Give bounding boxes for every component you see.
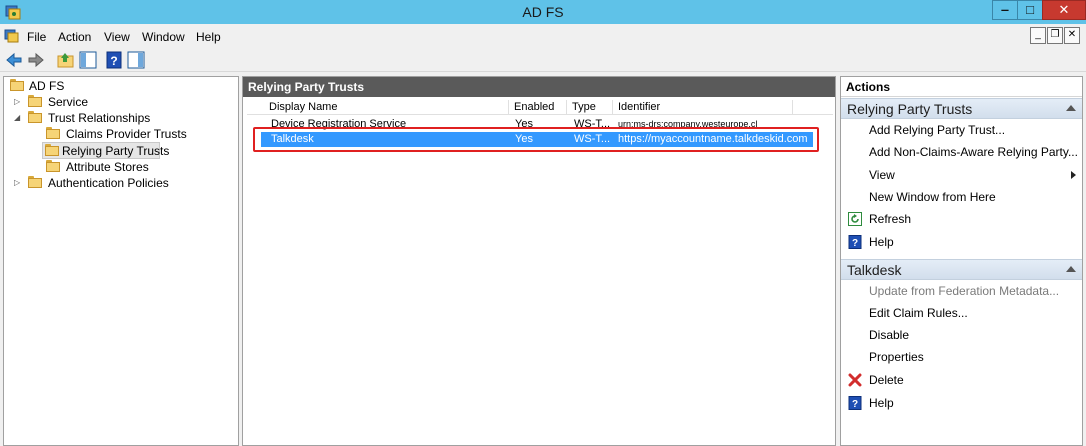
tree-item-relying-party-trusts[interactable]: Relying Party Trusts	[42, 142, 169, 159]
tree-item-claims-provider-trusts[interactable]: Claims Provider Trusts	[8, 126, 188, 142]
refresh-icon	[848, 212, 862, 226]
section-talkdesk[interactable]: Talkdesk	[841, 259, 1082, 280]
section-title: Talkdesk	[847, 262, 902, 278]
tree-label: Claims Provider Trusts	[66, 127, 187, 141]
mdi-restore-button[interactable]: ❐	[1047, 27, 1063, 44]
action-help[interactable]: Help	[869, 394, 894, 412]
help-icon: ?	[848, 235, 862, 249]
column-display-name[interactable]: Display Name	[247, 100, 509, 115]
collapse-caret-icon[interactable]	[1066, 105, 1076, 111]
menu-file[interactable]: File	[27, 30, 46, 44]
expand-icon[interactable]: ▷	[14, 179, 22, 187]
tree-label: Trust Relationships	[48, 111, 151, 125]
tree-item-service[interactable]: ▷ Service	[8, 94, 128, 110]
menu-view[interactable]: View	[104, 30, 130, 44]
folder-icon	[28, 111, 42, 123]
tree-label: AD FS	[29, 79, 65, 93]
folder-icon	[28, 176, 42, 188]
action-edit-claim-rules[interactable]: Edit Claim Rules...	[869, 304, 968, 322]
minimize-icon: ‒	[1001, 2, 1009, 17]
collapse-icon[interactable]: ◢	[14, 114, 22, 122]
menu-help[interactable]: Help	[196, 30, 221, 44]
collapse-caret-icon[interactable]	[1066, 266, 1076, 272]
show-hide-console-tree-icon[interactable]	[78, 50, 98, 70]
system-menu-icon[interactable]	[4, 28, 20, 44]
help-icon[interactable]: ?	[104, 50, 124, 70]
menu-window[interactable]: Window	[142, 30, 185, 44]
action-new-window[interactable]: New Window from Here	[869, 188, 996, 206]
action-refresh[interactable]: Refresh	[869, 210, 911, 228]
maximize-button[interactable]: □	[1017, 0, 1043, 20]
tree-item-attribute-stores[interactable]: Attribute Stores	[8, 159, 168, 175]
menu-action[interactable]: Action	[58, 30, 91, 44]
expand-icon[interactable]: ▷	[14, 98, 22, 106]
tree-item-authentication-policies[interactable]: ▷ Authentication Policies	[8, 175, 188, 191]
folder-icon	[28, 95, 42, 107]
delete-icon	[848, 373, 862, 387]
svg-text:?: ?	[852, 399, 858, 410]
console-tree: AD FS ▷ Service ◢ Trust Relationships Cl…	[3, 76, 239, 446]
forward-arrow-icon[interactable]	[26, 50, 46, 70]
column-enabled[interactable]: Enabled	[509, 100, 567, 115]
help-icon: ?	[848, 396, 862, 410]
list-header: Display Name Enabled Type Identifier	[247, 99, 833, 115]
results-pane-title: Relying Party Trusts	[243, 77, 835, 97]
toolbar: ?	[0, 48, 1086, 72]
mdi-minimize-button[interactable]: _	[1030, 27, 1046, 44]
section-title: Relying Party Trusts	[847, 101, 973, 117]
tree-item-trust-relationships[interactable]: ◢ Trust Relationships	[8, 110, 158, 126]
actions-title: Actions	[841, 77, 1082, 97]
maximize-icon: □	[1026, 2, 1034, 17]
show-hide-action-pane-icon[interactable]	[126, 50, 146, 70]
folder-icon	[46, 160, 60, 172]
mdi-close-button[interactable]: ✕	[1064, 27, 1080, 44]
action-add-non-claims-aware[interactable]: Add Non-Claims-Aware Relying Party...	[869, 143, 1078, 161]
action-add-relying-party-trust[interactable]: Add Relying Party Trust...	[869, 121, 1005, 139]
column-type[interactable]: Type	[567, 100, 613, 115]
close-icon: ✕	[1058, 2, 1070, 17]
back-arrow-icon[interactable]	[4, 50, 24, 70]
action-help[interactable]: Help	[869, 233, 894, 251]
action-properties[interactable]: Properties	[869, 348, 924, 366]
tree-label: Service	[48, 95, 89, 109]
menu-bar: File Action View Window Help	[0, 24, 1086, 48]
svg-text:?: ?	[852, 238, 858, 249]
highlight-box	[253, 127, 819, 152]
action-delete[interactable]: Delete	[869, 371, 904, 389]
action-update-federation-metadata: Update from Federation Metadata...	[869, 284, 1060, 298]
window-title: AD FS	[522, 4, 564, 20]
folder-icon	[10, 79, 24, 91]
svg-text:?: ?	[110, 54, 117, 68]
tree-item-adfs[interactable]: AD FS	[8, 78, 128, 94]
tree-label: Authentication Policies	[48, 176, 169, 190]
action-disable[interactable]: Disable	[869, 326, 909, 344]
title-bar: AD FS ‒ □ ✕	[0, 0, 1086, 24]
submenu-arrow-icon	[1071, 171, 1076, 179]
close-button[interactable]: ✕	[1042, 0, 1086, 20]
folder-icon	[45, 144, 59, 156]
tree-label: Relying Party Trusts	[62, 144, 170, 158]
folder-icon	[46, 127, 60, 139]
column-identifier[interactable]: Identifier	[613, 100, 793, 115]
section-relying-party-trusts[interactable]: Relying Party Trusts	[841, 98, 1082, 119]
action-view[interactable]: View	[869, 166, 895, 184]
actions-pane: Actions Relying Party Trusts Add Relying…	[840, 76, 1083, 446]
up-folder-icon[interactable]	[56, 50, 76, 70]
tree-label: Attribute Stores	[66, 160, 149, 174]
minimize-button[interactable]: ‒	[992, 0, 1018, 20]
